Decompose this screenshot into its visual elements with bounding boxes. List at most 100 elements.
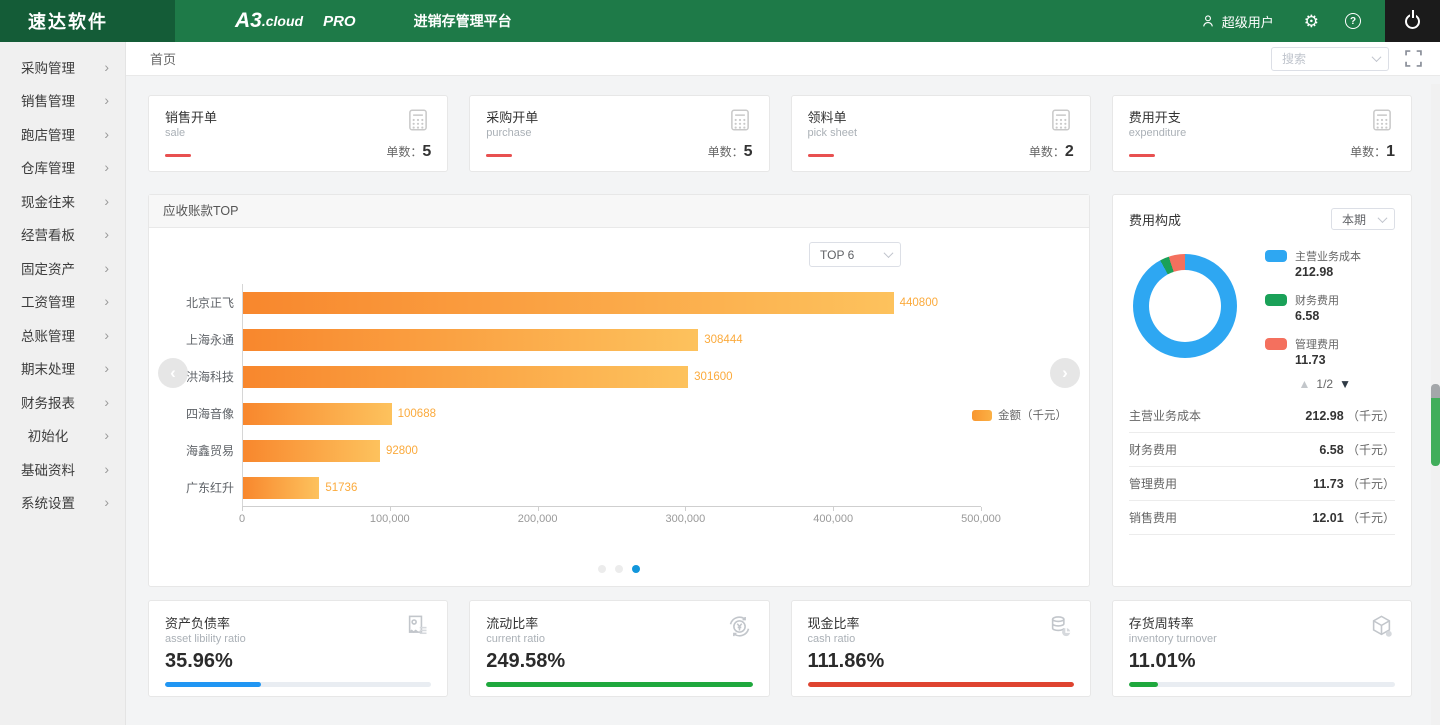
sidebar-item-label: 期末处理 <box>20 358 76 378</box>
top-filter-select[interactable]: TOP 6 <box>809 242 901 267</box>
carousel-prev-button[interactable]: ‹ <box>158 358 188 388</box>
progress-fill <box>1129 682 1158 687</box>
count-label: 单数： <box>1029 145 1065 159</box>
donut-legend-entry: 主营业务成本212.98 <box>1265 248 1361 279</box>
page-scrollbar[interactable] <box>1431 84 1440 725</box>
sidebar-item[interactable]: 财务报表› <box>0 385 125 419</box>
cube-icon <box>1368 613 1395 640</box>
bar-row: 四海音像100688 <box>243 395 981 432</box>
ratio-subtitle: current ratio <box>486 633 545 645</box>
axis-tick-label: 0 <box>239 513 245 525</box>
red-dash <box>165 154 191 157</box>
pager-up-icon[interactable]: ▲ <box>1299 377 1311 391</box>
sidebar-item[interactable]: 经营看板 › <box>0 218 125 252</box>
expense-row: 销售费用12.01 （千元） <box>1129 501 1395 535</box>
sidebar-item[interactable]: 系统设置› <box>0 486 125 520</box>
user-menu[interactable]: 超级用户 <box>1200 12 1274 31</box>
ratio-card-current-ratio: 流动比率 current ratio 249.58% <box>469 600 769 697</box>
ratio-subtitle: inventory turnover <box>1129 633 1217 645</box>
progress-fill <box>486 682 752 687</box>
breadcrumb-home[interactable]: 首页 <box>150 49 176 68</box>
legend-name: 主营业务成本 <box>1295 248 1361 264</box>
sidebar-item[interactable]: 期末处理› <box>0 352 125 386</box>
period-select[interactable]: 本期 <box>1331 208 1395 230</box>
progress-track <box>165 682 431 687</box>
scrollbar-thumb[interactable] <box>1431 384 1440 466</box>
carousel-next-button[interactable]: › <box>1050 358 1080 388</box>
sidebar-item[interactable]: 销售管理› <box>0 84 125 118</box>
product-name: A3 <box>235 9 262 33</box>
product-suffix: .cloud <box>262 13 303 29</box>
stat-title: 销售开单 <box>165 107 217 126</box>
count-label: 单数： <box>386 145 422 159</box>
ratio-title: 现金比率 <box>808 613 860 632</box>
logout-button[interactable] <box>1385 0 1440 42</box>
bar-value-label: 308444 <box>704 334 742 346</box>
expense-value: 212.98 <box>1305 409 1343 423</box>
sidebar-item[interactable]: 固定资产› <box>0 251 125 285</box>
axis-tickmark <box>242 507 243 511</box>
sidebar-item[interactable]: 采购管理› <box>0 50 125 84</box>
app-header: 速达软件 A3.cloud PRO 进销存管理平台 超级用户 ⚙ ? <box>0 0 1440 42</box>
pager-down-icon[interactable]: ▼ <box>1339 377 1351 391</box>
progress-track <box>1129 682 1395 687</box>
sidebar-item[interactable]: 基础资料› <box>0 452 125 486</box>
axis-tick-label: 500,000 <box>961 513 1001 525</box>
sidebar-item[interactable]: 总账管理› <box>0 318 125 352</box>
axis-tickmark <box>981 507 982 511</box>
sidebar-item[interactable]: 跑店管理› <box>0 117 125 151</box>
bar <box>243 292 894 314</box>
help-icon[interactable]: ? <box>1345 13 1361 29</box>
stat-subtitle: purchase <box>486 127 538 139</box>
expense-name: 财务费用 <box>1129 441 1177 458</box>
x-axis: 0100,000200,000300,000400,000500,000 <box>242 506 981 530</box>
settings-gear-icon[interactable]: ⚙ <box>1304 13 1319 30</box>
count-label: 单数： <box>1350 145 1386 159</box>
sidebar-item-label: 初始化 <box>20 425 76 445</box>
sidebar-item[interactable]: 现金往来› <box>0 184 125 218</box>
stat-title: 领料单 <box>808 107 858 126</box>
ratio-value: 111.86% <box>808 650 1074 673</box>
sidebar-item-label: 采购管理 <box>20 57 76 77</box>
sidebar-item-label: 财务报表 <box>20 392 76 412</box>
chevron-right-icon: › <box>104 293 109 309</box>
donut-legend-entry: 财务费用6.58 <box>1265 292 1361 323</box>
chevron-right-icon: › <box>104 126 109 142</box>
sidebar-item[interactable]: 工资管理› <box>0 285 125 319</box>
expense-value: 6.58 <box>1319 443 1343 457</box>
sidebar-item-label: 基础资料 <box>20 459 76 479</box>
bar-category-label: 北京正飞 <box>158 294 234 311</box>
chevron-down-icon <box>884 248 894 258</box>
chevron-down-icon <box>1372 52 1382 62</box>
sidebar-item-label: 经营看板 <box>20 224 76 244</box>
calculator-icon <box>405 107 431 133</box>
progress-track <box>486 682 752 687</box>
legend-value: 212.98 <box>1295 265 1361 279</box>
progress-track <box>808 682 1074 687</box>
count-value: 5 <box>744 143 753 160</box>
carousel-dot[interactable] <box>615 565 623 573</box>
legend-swatch <box>972 410 992 421</box>
stat-subtitle: pick sheet <box>808 127 858 139</box>
legend-name: 管理费用 <box>1295 336 1339 352</box>
sidebar-item[interactable]: 仓库管理› <box>0 151 125 185</box>
stat-card-pick-sheet: 领料单 pick sheet 单数：2 <box>791 95 1091 172</box>
count-label: 单数： <box>708 145 744 159</box>
carousel-dot[interactable] <box>632 565 640 573</box>
search-select[interactable]: 搜索 <box>1271 47 1389 71</box>
product-edition: PRO <box>323 13 356 30</box>
chevron-right-icon: › <box>104 226 109 242</box>
progress-fill <box>808 682 1074 687</box>
carousel-dot[interactable] <box>598 565 606 573</box>
bar-value-label: 440800 <box>900 297 938 309</box>
expense-panel-title: 费用构成 <box>1129 210 1181 229</box>
stat-title: 费用开支 <box>1129 107 1187 126</box>
sidebar-item[interactable]: 初始化› <box>0 419 125 453</box>
ratio-card-inventory-turnover: 存货周转率 inventory turnover 11.01% <box>1112 600 1412 697</box>
fullscreen-icon[interactable] <box>1405 50 1422 67</box>
calculator-icon <box>1048 107 1074 133</box>
sidebar-item-label: 现金往来 <box>20 191 76 211</box>
bar <box>243 440 380 462</box>
legend-swatch <box>1265 294 1287 306</box>
progress-fill <box>165 682 261 687</box>
